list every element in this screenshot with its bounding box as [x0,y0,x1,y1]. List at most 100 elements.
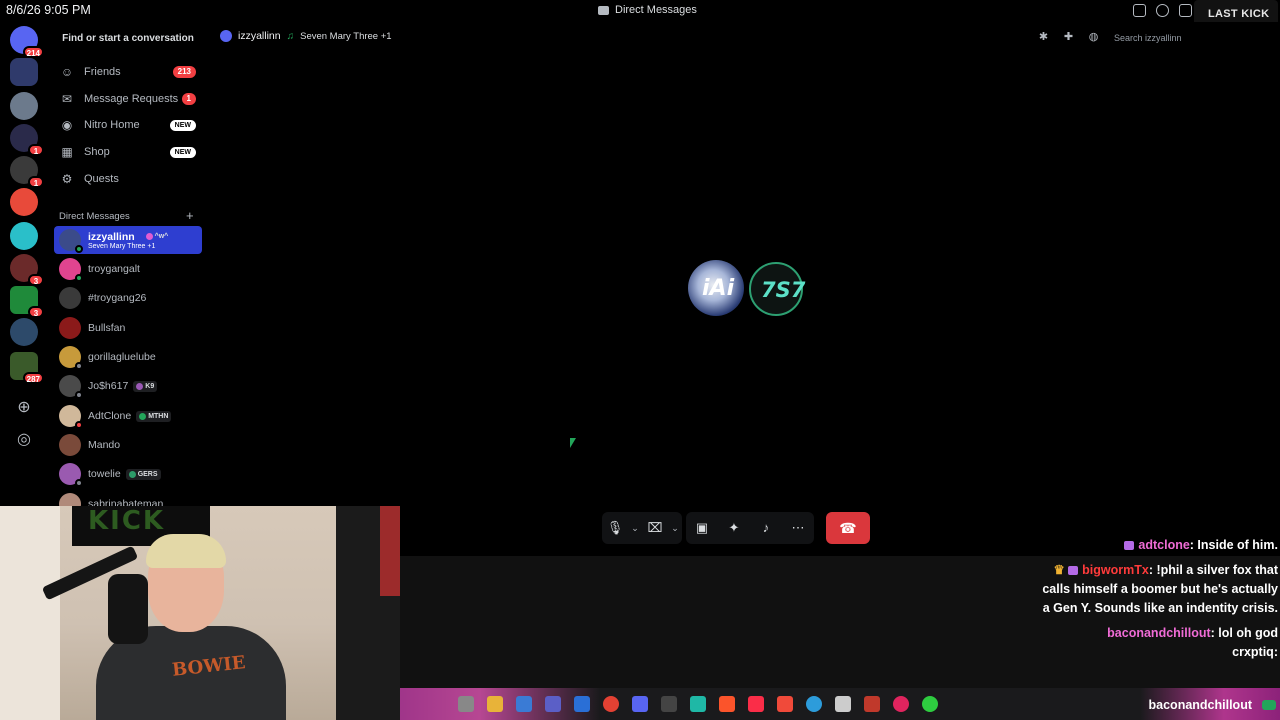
stream-clock: 8/6/26 9:05 PM [6,3,91,17]
home-badge: 214 [22,46,44,58]
file-explorer-icon[interactable] [487,696,503,712]
call-view: izzyallinn ♫ Seven Mary Three +1 ✱ ✚ ◍ S… [208,22,1280,556]
task-view-icon[interactable] [458,696,474,712]
find-conversation-button[interactable]: Find or start a conversation [56,28,200,50]
dm-name: #troygang26 [88,292,147,304]
dm-item-izzyallinn[interactable]: izzyallinn ^w^ Seven Mary Three +1 [54,226,202,254]
search-input[interactable]: Search izzyallinn [1110,30,1200,46]
discord-icon[interactable] [632,696,648,712]
server-icon[interactable] [10,188,38,216]
server-icon[interactable] [10,318,38,346]
last-kick-title: LAST KICK [1208,8,1270,20]
inbox-icon[interactable] [1133,4,1146,17]
music-icon[interactable] [748,696,764,712]
clan-tag-text: MTHN [148,412,169,420]
add-server-icon[interactable]: ⊕ [14,398,34,418]
user-profile-icon[interactable]: ◍ [1087,31,1100,44]
app-icon[interactable] [893,696,909,712]
store-icon[interactable] [574,696,590,712]
server-folder[interactable]: 3 [10,286,44,318]
quest-icon: ⚙ [61,171,73,186]
pin-icon[interactable]: ✱ [1037,31,1050,44]
nav-quests[interactable]: ⚙ Quests [54,167,200,191]
brave-icon[interactable] [719,696,735,712]
dm-item-troygang26[interactable]: #troygang26 [54,284,202,312]
add-friend-icon[interactable]: ✚ [1062,31,1075,44]
channel-name: izzyallinn [238,30,281,42]
server-icon[interactable] [10,92,38,120]
microphone-icon[interactable]: 🎙 [602,512,628,544]
server-folder[interactable]: 287 [10,352,44,384]
window-controls [1133,4,1192,17]
teams-icon[interactable] [545,696,561,712]
dm-item-josh617[interactable]: Jo$h617 K9 [54,372,202,400]
nav-nitro-home[interactable]: ◉ Nitro Home NEW [54,113,200,137]
app-icon[interactable] [835,696,851,712]
clan-tag: K9 [133,380,158,392]
camera-off-icon[interactable]: ⌧ [642,512,668,544]
nav-shop[interactable]: ▦ Shop NEW [54,140,200,164]
dm-item-sabrinabateman[interactable]: sabrinabateman [54,490,202,506]
streamer-hair [146,534,226,568]
nav-message-requests[interactable]: ✉ Message Requests 1 [54,87,200,111]
clan-icon [128,470,136,478]
help-icon[interactable] [806,696,822,712]
xbox-icon[interactable] [922,696,938,712]
app-icon[interactable] [864,696,880,712]
clan-tag: MTHN [136,410,172,422]
dm-item-gorillagluelube[interactable]: gorillagluelube [54,343,202,371]
soundboard-icon[interactable]: ♪ [750,512,782,544]
nitro-icon: ◉ [61,117,73,132]
dm-item-bullsfan[interactable]: Bullsfan [54,314,202,342]
chat-username: bigwormTx [1082,563,1149,577]
avatar [59,229,83,253]
dm-name: gorillagluelube [88,351,156,363]
chat-username: adtclone [1138,538,1190,552]
webcam-background [0,506,60,720]
server-icon[interactable]: 1 [10,156,44,188]
kick-sign-logo: KICK [88,506,166,536]
chat-text: : lol oh god [1210,626,1278,640]
nav-friends[interactable]: ☺ Friends 213 [54,60,200,84]
call-participant-avatar[interactable]: iAi [688,260,744,316]
taskbar-apps [458,696,938,712]
dm-item-mando[interactable]: Mando [54,431,202,459]
vscode-icon[interactable] [516,696,532,712]
app-icon[interactable] [690,696,706,712]
chat-text: : Inside of him. [1189,538,1278,552]
server-icon[interactable] [10,58,38,86]
obs-icon[interactable] [661,696,677,712]
discord-icon [598,5,609,15]
create-dm-icon[interactable]: + [186,208,194,223]
status-indicator [75,391,83,399]
dm-sidebar: Find or start a conversation ☺ Friends 2… [48,22,208,506]
server-icon[interactable]: 3 [10,254,44,286]
server-icon[interactable]: 1 [10,124,44,156]
more-options-icon[interactable]: ⋯ [782,512,814,544]
server-icon[interactable] [10,222,38,250]
download-icon[interactable] [1179,4,1192,17]
chevron-down-icon[interactable]: ⌄ [668,523,682,534]
dm-name: AdtClone [88,410,132,422]
chat-text: : [1273,645,1278,659]
chevron-down-icon[interactable]: ⌄ [628,523,642,534]
help-icon[interactable] [1156,4,1169,17]
server-badge: 1 [28,144,44,156]
disconnect-call-button[interactable]: ☎ [826,512,870,544]
call-participant-avatar[interactable]: 7S7 [749,262,805,316]
follower-alert: baconandchillout [1148,698,1252,712]
chrome-icon[interactable] [603,696,619,712]
dm-item-troygangalt[interactable]: troygangalt [54,255,202,283]
discover-icon[interactable]: ◎ [14,430,34,450]
home-button[interactable]: 214 [10,26,44,58]
dm-item-adtclone[interactable]: AdtClone MTHN [54,402,202,430]
screen-share-icon[interactable]: ▣ [686,512,718,544]
tray-icon[interactable] [1262,700,1276,710]
clan-tag: GERS [125,468,161,480]
server-badge: 1 [28,176,44,188]
dm-item-towelie[interactable]: towelie GERS [54,460,202,488]
webcam-overlay: KICK BOWIE [0,506,400,720]
app-icon[interactable] [777,696,793,712]
activities-icon[interactable]: ✦ [718,512,750,544]
avatar [220,30,232,42]
